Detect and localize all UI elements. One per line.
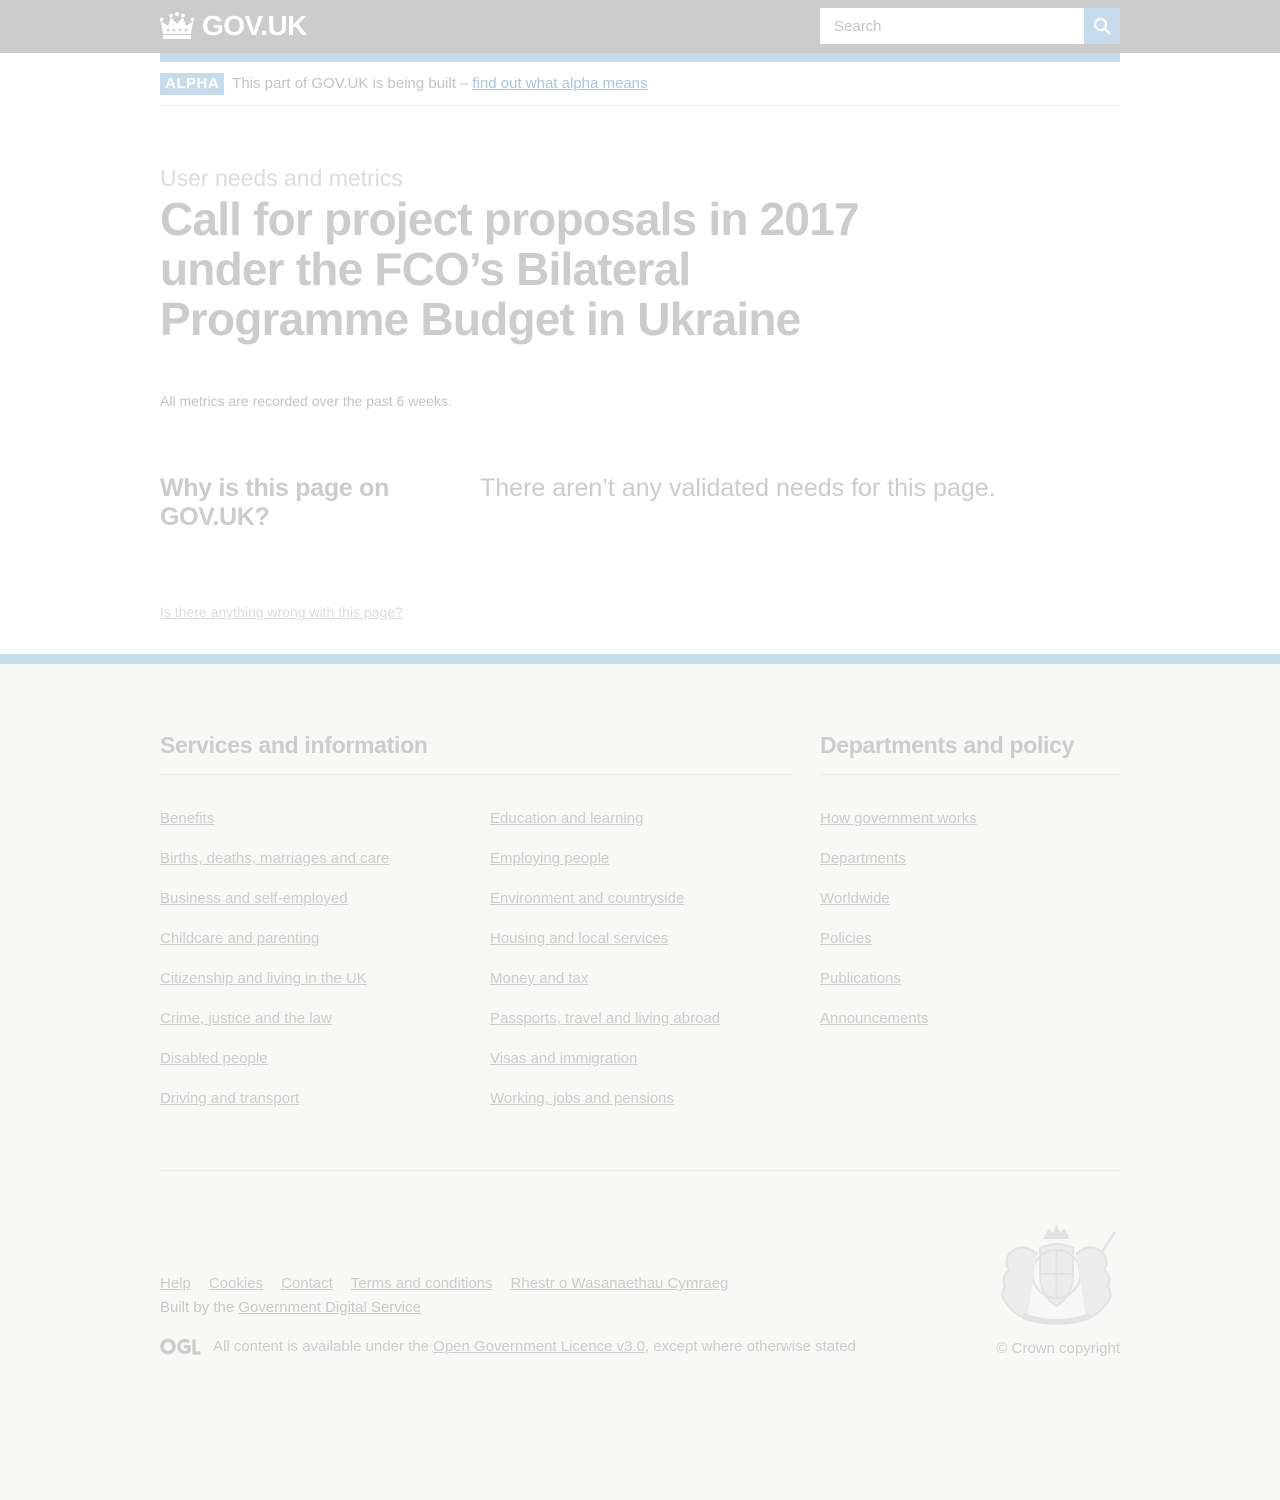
footer-link-working[interactable]: Working, jobs and pensions xyxy=(490,1090,674,1107)
logo-text: GOV.UK xyxy=(202,10,307,41)
footer-link-how-government-works[interactable]: How government works xyxy=(820,810,977,827)
page-title: Call for project proposals in 2017 under… xyxy=(160,193,860,345)
licence-row: All content is available under the Open … xyxy=(160,1338,856,1355)
govuk-logo[interactable]: GOV.UK xyxy=(160,10,307,42)
phase-text: This part of GOV.UK is being built – xyxy=(232,75,469,92)
why-heading: Why is this page on GOV.UK? xyxy=(160,474,390,531)
site-header: GOV.UK xyxy=(0,0,1280,53)
footer-link-announcements[interactable]: Announcements xyxy=(820,1010,928,1027)
footer-link-housing[interactable]: Housing and local services xyxy=(490,930,668,947)
phase-link[interactable]: find out what alpha means xyxy=(472,73,647,95)
footer-link-environment[interactable]: Environment and countryside xyxy=(490,890,684,907)
ogl-logo-icon xyxy=(160,1338,201,1355)
search-form xyxy=(820,8,1120,44)
footer-link-childcare[interactable]: Childcare and parenting xyxy=(160,930,319,947)
departments-heading: Departments and policy xyxy=(820,732,1075,758)
footer-meta-divider xyxy=(160,1170,1120,1171)
footer-meta-welsh[interactable]: Rhestr o Wasanaethau Cymraeg xyxy=(511,1275,729,1292)
footer-link-money[interactable]: Money and tax xyxy=(490,970,588,987)
footer-meta-links: Help Cookies Contact Terms and condition… xyxy=(160,1275,746,1292)
crown-copyright: © Crown copyright xyxy=(996,1340,1120,1357)
page-caption: User needs and metrics xyxy=(160,165,403,191)
phase-tag: ALPHA xyxy=(160,73,225,95)
footer-link-worldwide[interactable]: Worldwide xyxy=(820,890,890,907)
footer-link-disabled[interactable]: Disabled people xyxy=(160,1050,268,1067)
footer-link-employing[interactable]: Employing people xyxy=(490,850,609,867)
footer-link-citizenship[interactable]: Citizenship and living in the UK xyxy=(160,970,367,987)
footer-link-policies[interactable]: Policies xyxy=(820,930,872,947)
footer-link-publications[interactable]: Publications xyxy=(820,970,901,987)
report-problem-link[interactable]: Is there anything wrong with this page? xyxy=(160,604,403,620)
metrics-note: All metrics are recorded over the past 6… xyxy=(160,393,452,409)
footer-link-passports[interactable]: Passports, travel and living abroad xyxy=(490,1010,720,1027)
phase-banner: ALPHA This part of GOV.UK is being built… xyxy=(160,73,1120,106)
footer-link-benefits[interactable]: Benefits xyxy=(160,810,214,827)
search-icon xyxy=(1093,17,1111,35)
footer-meta-cookies[interactable]: Cookies xyxy=(209,1275,263,1292)
licence-suffix: , except where otherwise stated xyxy=(644,1338,856,1355)
royal-coat-of-arms-icon xyxy=(993,1224,1120,1330)
built-by-prefix: Built by the xyxy=(160,1299,235,1316)
header-accent-bar xyxy=(160,53,1120,62)
footer-link-departments[interactable]: Departments xyxy=(820,850,906,867)
search-button[interactable] xyxy=(1084,8,1120,44)
no-needs-message: There aren’t any validated needs for thi… xyxy=(480,474,996,502)
departments-divider xyxy=(820,774,1120,775)
footer-meta-help[interactable]: Help xyxy=(160,1275,191,1292)
footer-meta-terms[interactable]: Terms and conditions xyxy=(351,1275,493,1292)
footer-meta-contact[interactable]: Contact xyxy=(281,1275,333,1292)
crown-icon xyxy=(160,12,194,39)
footer-link-business[interactable]: Business and self-employed xyxy=(160,890,348,907)
footer-link-driving[interactable]: Driving and transport xyxy=(160,1090,299,1107)
built-by: Built by the Government Digital Service xyxy=(160,1299,421,1316)
footer-link-visas[interactable]: Visas and immigration xyxy=(490,1050,637,1067)
licence-link[interactable]: Open Government Licence v3.0 xyxy=(433,1338,645,1355)
site-footer: Services and information Departments and… xyxy=(0,654,1280,1500)
footer-link-births[interactable]: Births, deaths, marriages and care xyxy=(160,850,389,867)
services-heading: Services and information xyxy=(160,732,428,758)
built-by-link[interactable]: Government Digital Service xyxy=(238,1299,421,1316)
search-input[interactable] xyxy=(820,8,1084,44)
licence-prefix: All content is available under the xyxy=(213,1338,429,1355)
services-divider xyxy=(160,774,792,775)
footer-link-crime[interactable]: Crime, justice and the law xyxy=(160,1010,332,1027)
footer-link-education[interactable]: Education and learning xyxy=(490,810,643,827)
